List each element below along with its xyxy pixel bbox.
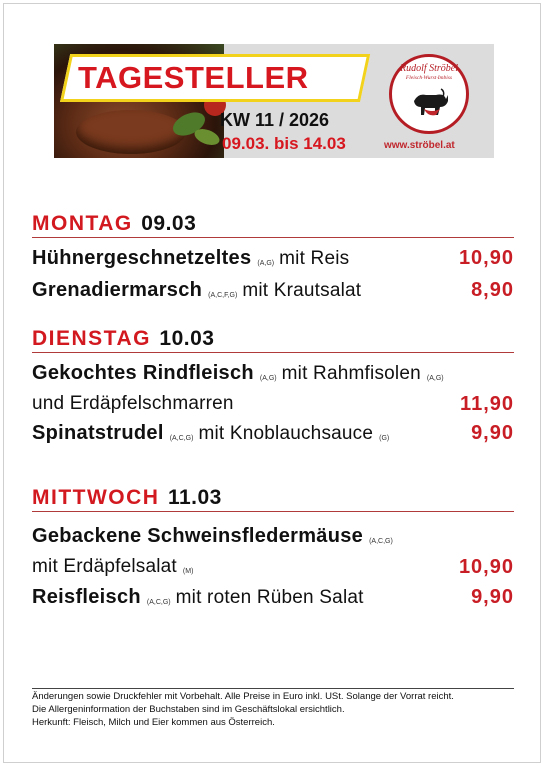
- footer-allergen-note: Die Allergeninformation der Buchstaben s…: [32, 704, 345, 715]
- dish-name: Spinatstrudel: [32, 422, 164, 444]
- dish-name: Gekochtes Rindfleisch: [32, 362, 254, 384]
- footer-notes: Änderungen sowie Druckfehler mit Vorbeha…: [32, 690, 516, 729]
- dish-name: Reisfleisch: [32, 586, 141, 608]
- allergen-codes: (A,G): [257, 260, 275, 267]
- day-date: 09.03: [141, 212, 197, 235]
- side-dish: mit Erdäpfelsalat: [32, 556, 177, 577]
- allergen-codes: (G): [379, 435, 390, 442]
- side-dish: und Erdäpfelschmarren: [32, 393, 234, 414]
- allergen-codes: (A,C,G): [169, 435, 194, 442]
- allergen-codes: (A,G): [259, 375, 277, 382]
- allergen-codes: (A,C,G): [146, 599, 171, 606]
- side-dish: mit Knoblauchsauce: [198, 423, 374, 444]
- side-dish: mit Reis: [279, 248, 350, 269]
- logo-subtitle: Fleisch·Wurst·Imbiss: [405, 75, 453, 81]
- allergen-codes: (A,G): [426, 375, 444, 382]
- day-name: MITTWOCH: [32, 486, 160, 509]
- header-banner: TAGESTELLER KW 11 / 2026 09.03. bis 14.0…: [54, 44, 494, 158]
- day-name: MONTAG: [32, 212, 133, 235]
- price: 11,90: [460, 393, 514, 415]
- price: 9,90: [471, 586, 514, 608]
- steak-image: [76, 110, 186, 154]
- footer-divider: [32, 688, 514, 689]
- bull-icon: [414, 88, 448, 116]
- menu-item: Grenadiermarsch (A,C,F,G) mit Krautsalat 8…: [32, 279, 514, 307]
- side-dish: mit roten Rüben Salat: [175, 587, 364, 608]
- side-dish: mit Rahmfisolen: [281, 363, 421, 384]
- menu-item: Reisfleisch (A,C,G) mit roten Rüben Salat …: [32, 586, 514, 614]
- price: 10,90: [458, 556, 514, 578]
- day-date: 11.03: [167, 486, 222, 509]
- footer-origin-note: Herkunft: Fleisch, Milch und Eier kommen…: [32, 717, 275, 728]
- shop-logo: Rudolf Ströbel Fleisch·Wurst·Imbiss: [389, 54, 469, 134]
- menu-item: Spinatstrudel (A,C,G) mit Knoblauchsauce (G…: [32, 422, 514, 450]
- allergen-codes: (A,C,G): [369, 538, 393, 545]
- logo-name: Rudolf Ströbel: [399, 63, 459, 74]
- day-date: 10.03: [159, 327, 215, 350]
- day-heading-dienstag: DIENSTAG 10.03: [32, 327, 514, 353]
- herb-image: [192, 125, 222, 149]
- menu-item: Gekochtes Rindfleisch (A,G) mit Rahmfisole…: [32, 362, 514, 390]
- menu-item-continuation: mit Erdäpfelsalat (M) 10,90: [32, 556, 514, 584]
- date-range: 09.03. bis 14.03: [222, 134, 346, 153]
- price: 9,90: [471, 422, 514, 444]
- banner-title: TAGESTELLER: [78, 60, 309, 95]
- menu-item-continuation: und Erdäpfelschmarren 11,90: [32, 393, 514, 421]
- dish-name: Hühnergeschnetzeltes: [32, 247, 252, 269]
- price: 10,90: [458, 247, 514, 269]
- day-heading-montag: MONTAG 09.03: [32, 212, 514, 238]
- website-link: www.ströbel.at: [384, 140, 455, 151]
- menu-item: Hühnergeschnetzeltes (A,G) mit Reis 10,90: [32, 247, 514, 275]
- dish-name: Grenadiermarsch: [32, 279, 203, 301]
- day-name: DIENSTAG: [32, 327, 151, 350]
- day-heading-mittwoch: MITTWOCH 11.03: [32, 486, 514, 512]
- week-label: KW 11 / 2026: [220, 110, 330, 130]
- allergen-codes: (M): [182, 568, 194, 575]
- price: 8,90: [471, 279, 514, 301]
- side-dish: mit Krautsalat: [242, 280, 362, 301]
- footer-disclaimer: Änderungen sowie Druckfehler mit Vorbeha…: [32, 691, 454, 702]
- dish-name: Gebackene Schweinsfledermäuse: [32, 525, 364, 547]
- menu-item: Gebackene Schweinsfledermäuse (A,C,G): [32, 525, 514, 553]
- allergen-codes: (A,C,F,G): [208, 292, 238, 299]
